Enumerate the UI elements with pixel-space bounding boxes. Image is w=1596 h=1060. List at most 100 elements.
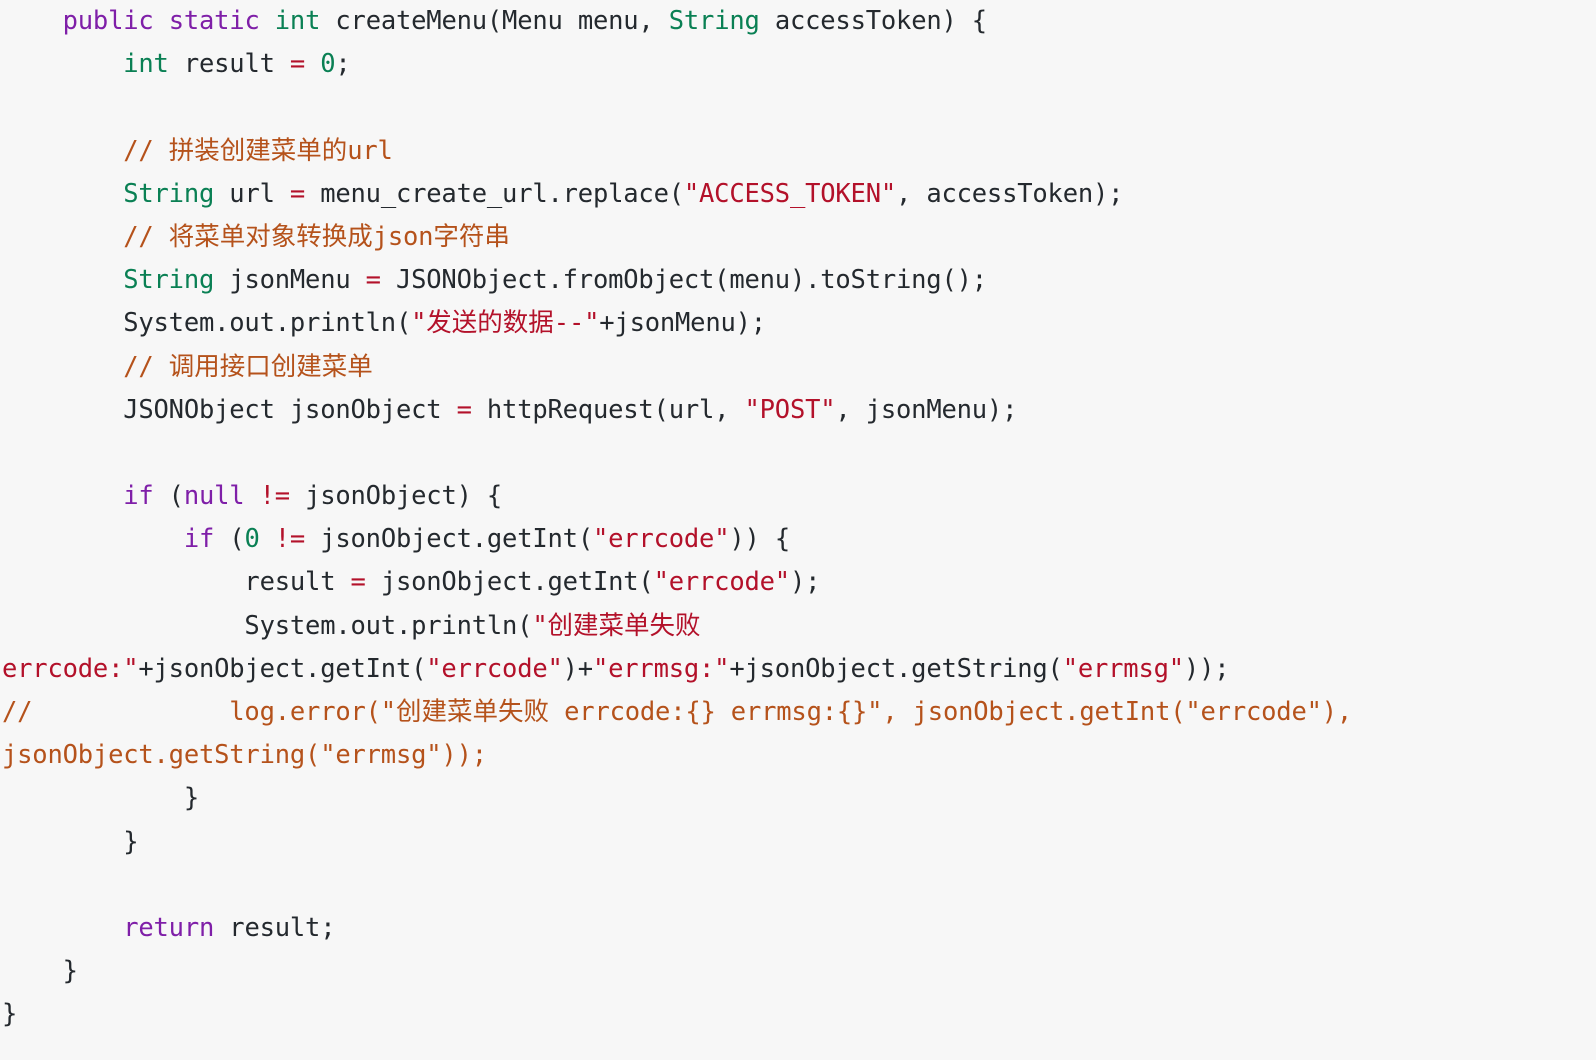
code-token-plain: jsonObject.getInt( (305, 524, 593, 555)
code-token-plain: )) { (729, 524, 790, 555)
code-line: // 调用接口创建菜单 (0, 346, 1596, 389)
code-line: // log.error("创建菜单失败 errcode:{} errmsg:{… (0, 691, 1596, 734)
code-token-cmt: // (123, 135, 169, 166)
code-token-plain: } (2, 826, 139, 857)
code-line: errcode:"+jsonObject.getInt("errcode")+"… (0, 648, 1596, 691)
code-token-str: "POST" (744, 394, 836, 425)
code-token-cmt: url (347, 135, 393, 166)
code-token-cmt: jsonObject.getString("errmsg")); (2, 740, 487, 771)
code-token-op: != (259, 481, 291, 512)
code-line: } (0, 993, 1596, 1036)
code-token-plain: result; (214, 912, 336, 943)
code-token-cmt: // log.error(" (2, 697, 396, 727)
code-line: } (0, 821, 1596, 864)
code-line: // 拼装创建菜单的url (0, 130, 1596, 173)
code-line: String jsonMenu = JSONObject.fromObject(… (0, 259, 1596, 302)
code-token-op: = (365, 265, 381, 296)
code-line: } (0, 777, 1596, 820)
code-token-plain: JSONObject jsonObject (2, 394, 457, 425)
code-line: } (0, 950, 1596, 993)
code-token-plain: )+ (562, 653, 594, 684)
code-line: if (0 != jsonObject.getInt("errcode")) { (0, 518, 1596, 561)
code-token-plain: ); (789, 567, 821, 598)
code-token-plain: ( (153, 481, 184, 512)
code-token-op: != (274, 524, 306, 555)
code-token-type: String (123, 178, 215, 209)
code-token-type: int (274, 6, 321, 36)
code-token-op: = (350, 567, 366, 598)
code-line: result = jsonObject.getInt("errcode"); (0, 561, 1596, 604)
code-token-plain: jsonObject.getInt( (365, 567, 654, 598)
code-token-kw: return (123, 912, 215, 943)
code-token-plain: jsonObject) { (289, 481, 503, 512)
code-token-plain: +jsonMenu); (599, 308, 766, 339)
code-token-cmt-cjk: 调用接口创建菜单 (168, 351, 373, 382)
code-token-op: = (289, 49, 306, 80)
code-token-type: int (123, 49, 169, 80)
code-token-plain: menu_create_url.replace( (305, 178, 684, 209)
code-token-plain: , accessToken); (896, 178, 1124, 209)
code-token-str: "errmsg" (1062, 653, 1184, 684)
code-token-str: "ACCESS_TOKEN" (683, 178, 897, 209)
code-token-str: " (411, 308, 427, 339)
code-token-str: "errcode" (426, 653, 563, 684)
code-token-plain: url (214, 178, 290, 209)
code-token-plain: accessToken) { (759, 6, 987, 36)
code-token-op: = (289, 178, 306, 209)
code-token-num: 0 (244, 524, 260, 555)
code-token-cmt: errcode:{} errmsg:{}", jsonObject.getInt… (548, 697, 1353, 727)
code-token-plain: System.out.println( (2, 308, 412, 339)
code-token-plain: +jsonObject.getString( (729, 653, 1063, 684)
code-token-str: errcode:" (2, 653, 139, 684)
code-token-kw: null (183, 481, 245, 512)
code-token-str-cjk: 发送的数据 (426, 308, 554, 339)
code-listing[interactable]: public static int createMenu(Menu menu, … (0, 0, 1596, 1060)
code-line: public static int createMenu(Menu menu, … (0, 0, 1596, 43)
code-token-type: String (123, 265, 215, 296)
code-token-cmt: json (372, 221, 434, 252)
code-token-kw: static (168, 6, 260, 36)
code-token-plain: System.out.println( (2, 610, 533, 641)
code-token-num: 0 (320, 49, 336, 80)
code-token-op: = (456, 394, 472, 425)
code-token-str: "errmsg:" (592, 653, 730, 684)
code-token-cmt-cjk: 将菜单对象转换成 (168, 221, 373, 252)
code-token-kw: if (183, 524, 215, 555)
code-token-str-cjk: 创建菜单失败 (547, 610, 701, 641)
code-line: String url = menu_create_url.replace("AC… (0, 173, 1596, 216)
code-token-cmt: // (123, 221, 169, 252)
code-token-str: "errcode" (592, 524, 730, 555)
code-token-kw: public (62, 6, 154, 36)
code-token-plain: } (2, 999, 18, 1030)
code-token-plain: ( (214, 524, 245, 555)
code-token-str: " (532, 610, 548, 641)
code-line: int result = 0; (0, 43, 1596, 86)
code-token-type: String (668, 6, 760, 36)
code-token-cmt-cjk: 创建菜单失败 (395, 697, 549, 727)
code-token-plain: result (2, 567, 351, 598)
code-token-str: --" (553, 308, 600, 339)
code-token-plain: result (168, 49, 290, 80)
code-token-cmt-cjk: 字符串 (433, 221, 510, 252)
code-line: return result; (0, 907, 1596, 950)
code-token-cmt-cjk: 拼装创建菜单的 (168, 135, 348, 166)
code-token-kw: if (123, 481, 154, 512)
code-token-plain: } (2, 956, 78, 987)
code-token-plain: JSONObject.fromObject(menu).toString(); (380, 265, 987, 296)
code-token-plain: )); (1183, 653, 1230, 684)
